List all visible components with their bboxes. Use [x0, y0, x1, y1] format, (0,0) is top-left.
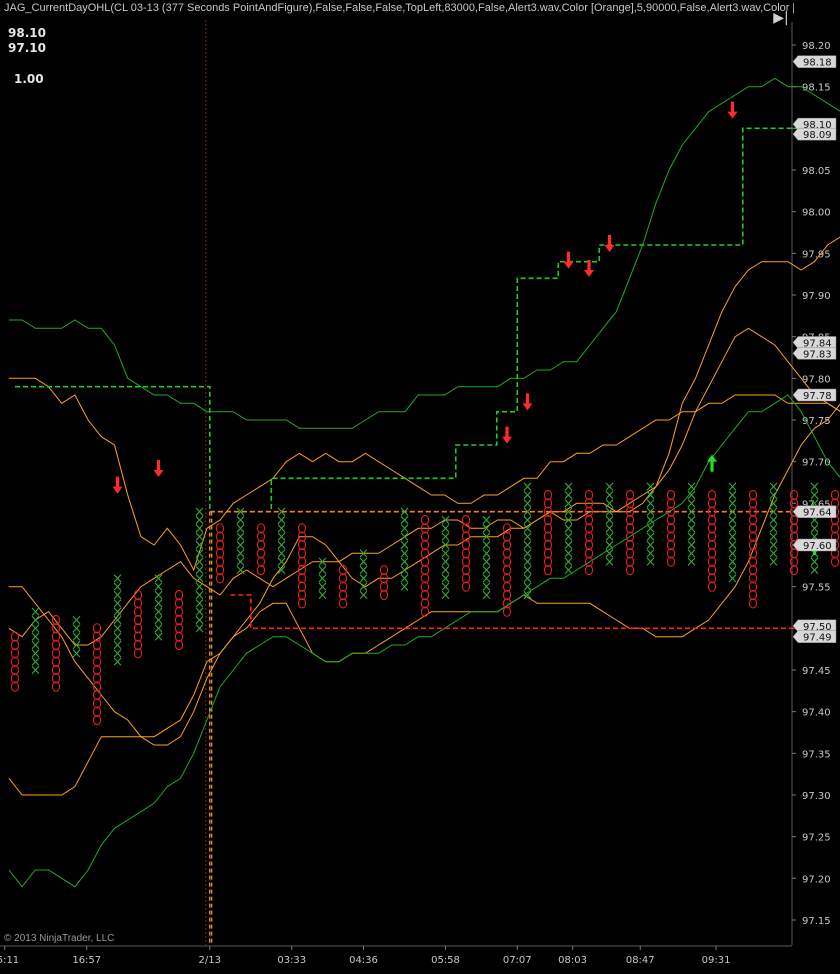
price-label-tag: 97.60: [792, 538, 837, 552]
y-tick-label: 97.20: [802, 874, 831, 885]
sell-signal-arrow: [112, 476, 123, 494]
x-column: [769, 482, 778, 566]
o-column: [338, 564, 348, 609]
x-column: [236, 507, 245, 575]
series-line: [8, 394, 840, 888]
y-tick-label: 97.80: [802, 374, 831, 385]
copyright-footer: © 2013 NinjaTrader, LLC: [4, 933, 115, 944]
x-column: [605, 482, 614, 566]
price-label-tag: 97.83: [792, 347, 837, 360]
o-column: [420, 514, 430, 617]
sell-signal-arrow: [563, 251, 574, 269]
o-column: [174, 589, 184, 651]
x-tick-label: 05:58: [431, 955, 460, 966]
y-tick-label: 98.20: [802, 41, 831, 52]
price-label-text: 97.78: [803, 391, 832, 402]
x-tick-label: 16:57: [72, 955, 101, 966]
x-tick-label: 04:36: [349, 955, 378, 966]
x-tick-label: 15:11: [0, 955, 19, 966]
o-column: [379, 564, 389, 601]
x-tick-label: 08:47: [626, 955, 655, 966]
x-column: [318, 557, 327, 600]
x-column: [195, 507, 204, 633]
sell-signal-arrow: [502, 426, 512, 444]
price-label-text: 98.09: [803, 130, 832, 141]
series-line: [8, 327, 840, 646]
o-column: [256, 523, 266, 576]
y-tick-label: 98.00: [802, 208, 831, 219]
x-column: [523, 482, 532, 600]
price-label-text: 98.18: [803, 58, 832, 69]
x-column: [277, 507, 286, 575]
y-tick-label: 97.35: [802, 749, 831, 760]
sell-signal-arrow: [584, 260, 594, 277]
x-column: [31, 607, 40, 675]
o-column: [666, 489, 676, 567]
x-column: [810, 482, 819, 575]
x-column: [646, 482, 655, 566]
x-column: [400, 507, 409, 591]
o-column: [133, 589, 143, 659]
sell-signal-arrow: [153, 460, 164, 477]
price-label-tag: 97.49: [792, 630, 837, 644]
sell-signal-arrow: [522, 393, 533, 411]
o-column: [543, 489, 553, 576]
chart-root: JAG_CurrentDayOHL(CL 03-13 (377 Seconds …: [0, 0, 840, 974]
price-label-text: 97.83: [803, 349, 832, 360]
x-tick-label: 2/13: [199, 955, 221, 966]
y-tick-label: 97.25: [802, 833, 831, 844]
x-tick-label: 09:31: [702, 955, 731, 966]
y-tick-label: 98.05: [802, 166, 831, 177]
sell-signal-arrow: [727, 101, 738, 119]
level-line: [230, 594, 825, 630]
y-tick-label: 97.55: [802, 583, 831, 594]
x-column: [72, 615, 81, 658]
x-column: [441, 515, 450, 600]
sell-signal-arrow: [604, 235, 615, 252]
y-tick-label: 97.15: [802, 916, 831, 927]
o-column: [10, 631, 20, 692]
buy-signal-arrow: [707, 454, 717, 472]
x-column: [359, 549, 368, 600]
price-label-tag: 98.09: [792, 127, 837, 141]
y-tick-label: 97.45: [802, 666, 831, 677]
price-label-tag: 98.18: [792, 55, 837, 69]
o-column: [215, 523, 225, 584]
x-column: [564, 482, 573, 575]
y-tick-label: 98.15: [802, 83, 831, 94]
price-label-text: 97.49: [803, 633, 832, 644]
x-column: [728, 482, 737, 583]
price-label-tag: 97.78: [792, 388, 837, 402]
y-tick-label: 97.40: [802, 708, 831, 719]
x-tick-label: 07:07: [503, 955, 532, 966]
x-tick-label: 03:33: [277, 955, 306, 966]
price-label-text: 97.64: [803, 508, 832, 519]
y-tick-label: 97.30: [802, 791, 831, 802]
o-column: [830, 489, 840, 567]
o-column: [748, 489, 758, 609]
x-column: [154, 574, 163, 641]
level-line: [15, 127, 825, 513]
price-label-tag: 97.64: [792, 505, 837, 519]
x-tick-label: 08:03: [558, 955, 587, 966]
y-tick-label: 97.90: [802, 291, 831, 302]
o-column: [707, 489, 717, 592]
price-label-text: 97.60: [803, 541, 832, 552]
o-column: [502, 523, 512, 617]
point-and-figure-chart[interactable]: 98.2098.1598.1098.0598.0097.9597.9097.85…: [0, 0, 840, 974]
